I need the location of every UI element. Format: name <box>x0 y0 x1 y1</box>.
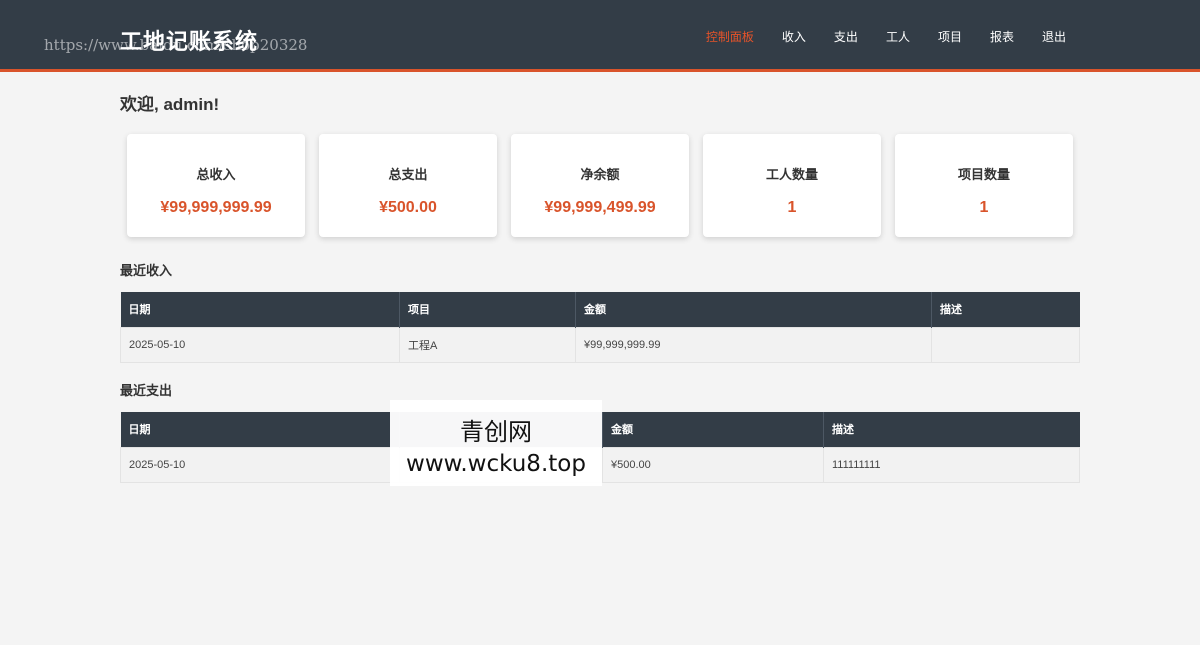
stat-value: 1 <box>979 199 989 216</box>
cell-amount: ¥500.00 <box>602 446 824 483</box>
nav-reports[interactable]: 报表 <box>990 28 1014 45</box>
stats-cards: 总收入 ¥99,999,999.99 总支出 ¥500.00 净余额 ¥99,9… <box>127 134 1073 237</box>
stat-card-worker-count: 工人数量 1 <box>703 134 881 237</box>
recent-expense-title: 最近支出 <box>120 383 173 398</box>
stat-label: 总支出 <box>388 167 428 182</box>
nav-dashboard[interactable]: 控制面板 <box>706 28 754 45</box>
col-description: 描述 <box>823 412 1080 447</box>
nav-income[interactable]: 收入 <box>782 28 806 45</box>
col-amount: 金额 <box>575 292 932 327</box>
col-date: 日期 <box>120 292 400 327</box>
cell-project <box>399 446 603 483</box>
stat-value: ¥99,999,499.99 <box>544 199 656 216</box>
main-nav: 控制面板 收入 支出 工人 项目 报表 退出 <box>678 28 1066 45</box>
top-navbar: 工地记账系统 https://www.baidu.com/shop20328 控… <box>0 0 1200 72</box>
table-row: 2025-05-10 工程A ¥99,999,999.99 <box>120 326 1080 363</box>
stat-card-total-expense: 总支出 ¥500.00 <box>319 134 497 237</box>
stat-label: 工人数量 <box>765 167 818 182</box>
cell-date: 2025-05-10 <box>120 446 400 483</box>
app-title: 工地记账系统 <box>120 29 259 54</box>
stat-value: ¥99,999,999.99 <box>160 199 272 216</box>
cell-description <box>931 326 1080 363</box>
col-project <box>399 412 603 447</box>
stat-value: ¥500.00 <box>379 199 437 216</box>
cell-amount: ¥99,999,999.99 <box>575 326 932 363</box>
nav-logout[interactable]: 退出 <box>1042 28 1066 45</box>
table-header-row: 日期 项目 金额 描述 <box>120 292 1080 327</box>
nav-projects[interactable]: 项目 <box>938 28 962 45</box>
stat-label: 项目数量 <box>957 167 1010 182</box>
col-date: 日期 <box>120 412 400 447</box>
nav-workers[interactable]: 工人 <box>886 28 910 45</box>
recent-expense-table: 日期 金额 描述 2025-05-10 ¥500.00 111111111 <box>120 412 1080 483</box>
stat-card-total-income: 总收入 ¥99,999,999.99 <box>127 134 305 237</box>
cell-project: 工程A <box>399 326 576 363</box>
recent-income-title: 最近收入 <box>120 263 173 278</box>
stat-label: 净余额 <box>580 167 620 182</box>
recent-income-table: 日期 项目 金额 描述 2025-05-10 工程A ¥99,999,999.9… <box>120 292 1080 363</box>
table-header-row: 日期 金额 描述 <box>120 412 1080 447</box>
stat-value: 1 <box>787 199 797 216</box>
cell-date: 2025-05-10 <box>120 326 400 363</box>
col-description: 描述 <box>931 292 1080 327</box>
welcome-heading: 欢迎, admin! <box>120 95 220 114</box>
stat-card-net-balance: 净余额 ¥99,999,499.99 <box>511 134 689 237</box>
stat-card-project-count: 项目数量 1 <box>895 134 1073 237</box>
nav-expense[interactable]: 支出 <box>834 28 858 45</box>
table-row: 2025-05-10 ¥500.00 111111111 <box>120 446 1080 483</box>
col-amount: 金额 <box>602 412 824 447</box>
col-project: 项目 <box>399 292 576 327</box>
stat-label: 总收入 <box>196 167 236 182</box>
cell-description: 111111111 <box>823 446 1080 483</box>
